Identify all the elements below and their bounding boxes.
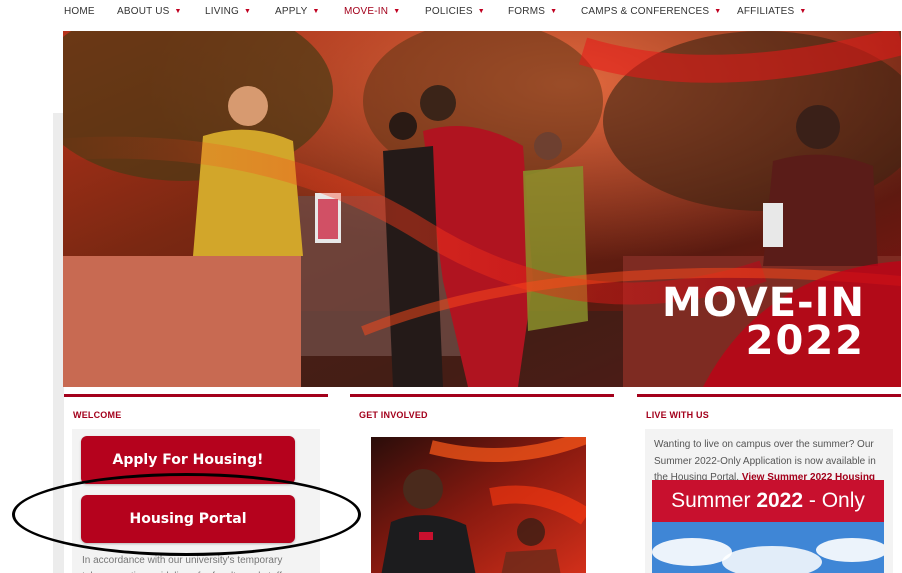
- summer-banner-prefix: Summer: [671, 489, 757, 512]
- chevron-down-icon: ▼: [393, 8, 401, 15]
- chevron-down-icon: ▼: [477, 8, 485, 15]
- chevron-down-icon: ▼: [550, 8, 558, 15]
- summer-banner-year: 2022: [756, 489, 804, 512]
- nav-home[interactable]: HOME: [64, 6, 95, 17]
- summer-sky-image: [652, 522, 884, 573]
- live-with-us-heading: LIVE WITH US: [646, 410, 709, 420]
- summer-banner-sky: [652, 522, 884, 573]
- get-involved-panel: GET INVOLVED: [350, 394, 614, 573]
- nav-forms[interactable]: FORMS ▼: [508, 6, 557, 17]
- nav-policies[interactable]: POLICIES ▼: [425, 6, 485, 17]
- nav-label: MOVE-IN: [344, 6, 389, 17]
- summer-banner[interactable]: Summer 2022 - Only: [652, 480, 884, 573]
- hero-banner[interactable]: MOVE-IN 2022: [63, 31, 901, 387]
- nav-affiliates[interactable]: AFFILIATES ▼: [737, 6, 807, 17]
- get-involved-heading: GET INVOLVED: [359, 410, 428, 420]
- nav-label: HOME: [64, 6, 95, 17]
- notice-text: In accordance with our university's temp…: [82, 555, 283, 573]
- nav-about-us[interactable]: ABOUT US ▼: [117, 6, 182, 17]
- hero-title-line2: 2022: [745, 318, 865, 364]
- nav-label: LIVING: [205, 6, 239, 17]
- get-involved-photo: [371, 437, 586, 573]
- nav-camps-conferences[interactable]: CAMPS & CONFERENCES ▼: [581, 6, 721, 17]
- summer-banner-suffix: - Only: [803, 489, 865, 512]
- summer-banner-title: Summer 2022 - Only: [652, 480, 884, 522]
- live-with-us-panel: LIVE WITH US Wanting to live on campus o…: [637, 394, 901, 573]
- nav-move-in[interactable]: MOVE-IN ▼: [344, 6, 400, 17]
- chevron-down-icon: ▼: [714, 8, 722, 15]
- nav-label: AFFILIATES: [737, 6, 795, 17]
- hero-title: MOVE-IN 2022: [662, 280, 865, 364]
- main-nav: HOME ABOUT US ▼ LIVING ▼ APPLY ▼ MOVE-IN ▼ P…: [0, 0, 902, 28]
- nav-label: FORMS: [508, 6, 546, 17]
- nav-apply[interactable]: APPLY ▼: [275, 6, 320, 17]
- chevron-down-icon: ▼: [174, 8, 182, 15]
- nav-label: CAMPS & CONFERENCES: [581, 6, 710, 17]
- welcome-heading: WELCOME: [73, 410, 122, 420]
- get-involved-image[interactable]: [371, 437, 586, 573]
- nav-label: POLICIES: [425, 6, 473, 17]
- chevron-down-icon: ▼: [799, 8, 807, 15]
- highlight-oval: [12, 473, 361, 556]
- hero-title-line1: MOVE-IN: [662, 280, 865, 326]
- chevron-down-icon: ▼: [244, 8, 252, 15]
- nav-label: APPLY: [275, 6, 308, 17]
- nav-living[interactable]: LIVING ▼: [205, 6, 251, 17]
- chevron-down-icon: ▼: [312, 8, 320, 15]
- nav-label: ABOUT US: [117, 6, 170, 17]
